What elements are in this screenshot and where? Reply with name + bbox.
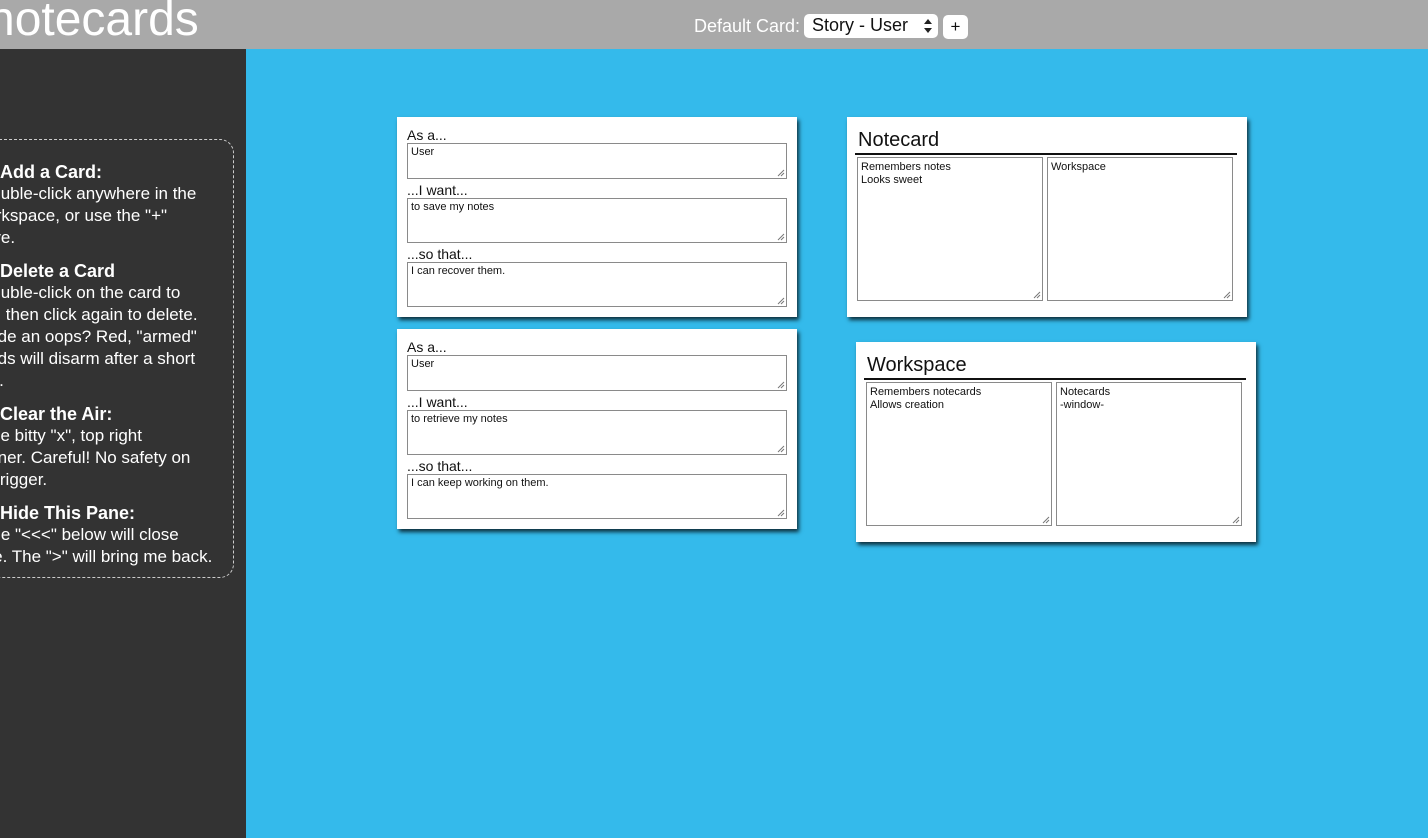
- help-heading: Hide This Pane:: [0, 503, 136, 523]
- help-line: above.: [0, 228, 16, 247]
- so-that-label: ...so that...: [407, 458, 473, 474]
- help-section-delete: Delete a Card Double-click on the card t…: [0, 260, 234, 392]
- resize-grip-icon[interactable]: [777, 381, 785, 389]
- help-heading: Clear the Air:: [0, 404, 113, 424]
- responsibility-item: Remembers notecards: [870, 386, 982, 398]
- so-that-label: ...so that...: [407, 246, 473, 262]
- resize-grip-icon[interactable]: [777, 169, 785, 177]
- resize-grip-icon[interactable]: [1033, 291, 1041, 299]
- collaborators-field[interactable]: Notecards -window-: [1056, 382, 1242, 526]
- help-line: cards will disarm after a short: [0, 349, 196, 368]
- as-a-label: As a...: [407, 127, 447, 143]
- resize-grip-icon[interactable]: [1042, 516, 1050, 524]
- responsibility-item: Looks sweet: [861, 174, 923, 186]
- crc-card-title: Workspace: [867, 354, 967, 376]
- help-heading: Delete a Card: [0, 261, 116, 281]
- resize-grip-icon[interactable]: [1223, 291, 1231, 299]
- responsibilities-field[interactable]: Remembers notes Looks sweet: [857, 157, 1043, 301]
- crc-title-divider: [864, 378, 1246, 380]
- responsibility-item: Allows creation: [870, 399, 944, 411]
- as-a-field[interactable]: User: [407, 355, 787, 391]
- so-that-value: I can recover them.: [411, 265, 506, 277]
- help-line: arm, then click again to delete.: [0, 305, 198, 324]
- help-line: workspace, or use the "+": [0, 206, 168, 225]
- help-heading: Add a Card:: [0, 162, 103, 182]
- i-want-label: ...I want...: [407, 182, 468, 198]
- help-line: Little bitty "x", top right: [0, 426, 142, 445]
- resize-grip-icon[interactable]: [777, 297, 785, 305]
- so-that-field[interactable]: I can keep working on them.: [407, 474, 787, 519]
- collaborators-field[interactable]: Workspace: [1047, 157, 1233, 301]
- help-section-add: Add a Card: Double-click anywhere in the…: [0, 161, 234, 249]
- story-card[interactable]: As a... User ...I want... to save my not…: [397, 117, 797, 317]
- responsibility-item: Remembers notes: [861, 161, 951, 173]
- help-line: corner. Careful! No safety on: [0, 448, 191, 467]
- resize-grip-icon[interactable]: [1232, 516, 1240, 524]
- help-line: this trigger.: [0, 470, 48, 489]
- app-title: notecards: [0, 0, 199, 46]
- so-that-value: I can keep working on them.: [411, 477, 549, 489]
- help-line: Double-click on the card to: [0, 283, 181, 302]
- default-card-select[interactable]: Story - User: [804, 14, 938, 38]
- crc-title-divider: [855, 153, 1237, 155]
- help-section-clear: Clear the Air: Little bitty "x", top rig…: [0, 403, 234, 491]
- resize-grip-icon[interactable]: [777, 445, 785, 453]
- help-line: me. The ">" will bring me back.: [0, 547, 213, 566]
- help-line: time.: [0, 370, 234, 392]
- collaborator-item: -window-: [1060, 399, 1105, 411]
- crc-card[interactable]: Notecard Remembers notes Looks sweet Wor…: [847, 117, 1247, 317]
- as-a-label: As a...: [407, 339, 447, 355]
- i-want-label: ...I want...: [407, 394, 468, 410]
- i-want-field[interactable]: to save my notes: [407, 198, 787, 243]
- select-arrows-icon: [924, 19, 932, 33]
- default-card-select-value: Story - User: [812, 15, 909, 35]
- help-line: Made an oops? Red, "armed": [0, 327, 197, 346]
- crc-card-title: Notecard: [858, 129, 940, 151]
- collaborator-item: Workspace: [1051, 161, 1106, 173]
- top-bar: notecards Default Card: Story - User +: [0, 0, 1428, 49]
- story-card[interactable]: As a... User ...I want... to retrieve my…: [397, 329, 797, 529]
- default-card-label: Default Card:: [694, 16, 801, 36]
- help-line: The "<<<" below will close: [0, 525, 179, 544]
- as-a-value: User: [411, 358, 435, 370]
- resize-grip-icon[interactable]: [777, 509, 785, 517]
- i-want-value: to retrieve my notes: [411, 413, 508, 425]
- i-want-field[interactable]: to retrieve my notes: [407, 410, 787, 455]
- as-a-field[interactable]: User: [407, 143, 787, 179]
- collaborator-item: Notecards: [1060, 386, 1111, 398]
- as-a-value: User: [411, 146, 435, 158]
- so-that-field[interactable]: I can recover them.: [407, 262, 787, 307]
- help-section-hide: Hide This Pane: The "<<<" below will clo…: [0, 502, 234, 568]
- crc-card[interactable]: Workspace Remembers notecards Allows cre…: [856, 342, 1256, 542]
- help-sidebar: Add a Card: Double-click anywhere in the…: [0, 49, 246, 838]
- i-want-value: to save my notes: [411, 201, 495, 213]
- help-line: Double-click anywhere in the: [0, 184, 197, 203]
- resize-grip-icon[interactable]: [777, 233, 785, 241]
- add-card-button[interactable]: +: [943, 15, 968, 39]
- responsibilities-field[interactable]: Remembers notecards Allows creation: [866, 382, 1052, 526]
